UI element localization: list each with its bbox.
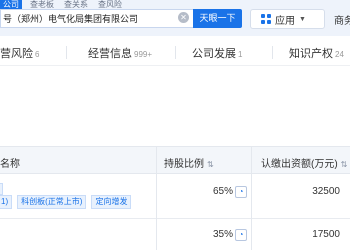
column-header-capital[interactable]: 认缴出资额(万元) ⇅ — [261, 155, 347, 170]
app-menu-label: 应用 — [275, 15, 295, 27]
column-divider — [251, 219, 252, 250]
search-input-value: 号（郑州）电气化局集团有限公司 — [3, 14, 139, 24]
nav-item-risk[interactable]: 查风险 — [98, 0, 122, 9]
column-header-ratio-label: 持股比例 — [164, 159, 204, 170]
tag-item[interactable]: 1) — [0, 195, 13, 209]
tab-divider — [66, 46, 67, 59]
tab-label: 公司发展 — [192, 48, 236, 60]
capital-value: 17500 — [312, 229, 340, 240]
column-divider — [251, 147, 252, 173]
app-menu-button[interactable]: 应用 ▼ — [250, 9, 325, 29]
nav-item-company[interactable]: 公司 — [0, 0, 22, 9]
top-header: 公司 查老板 查关系 查风险 号（郑州）电气化局集团有限公司 ✕ 天眼一下 应用… — [0, 0, 350, 36]
tab-label: 营风险 — [0, 48, 33, 60]
tab-label: 经营信息 — [88, 48, 132, 60]
column-divider — [251, 174, 252, 219]
row-tags: 1) 科创板(正常上市) 定向增发 — [0, 195, 136, 209]
ratio-chart-icon[interactable]: ◔ — [235, 186, 247, 198]
tab-operating-risk[interactable]: 营风险 6 — [0, 45, 39, 61]
grid-icon — [261, 14, 271, 24]
tab-company-development[interactable]: 公司发展 1 — [192, 45, 242, 61]
tab-count: 1 — [238, 50, 243, 59]
tag-stub — [0, 183, 3, 195]
tab-label: 知识产权 — [289, 48, 333, 60]
clear-icon[interactable]: ✕ — [178, 12, 189, 23]
tab-divider — [272, 46, 273, 59]
business-link[interactable]: 商务 — [334, 12, 350, 27]
search-button[interactable]: 天眼一下 — [193, 9, 242, 28]
table-row: 35% ◔ 17500 — [0, 219, 350, 250]
search-input[interactable]: 号（郑州）电气化局集团有限公司 — [0, 9, 193, 28]
ratio-value: 65% — [213, 186, 234, 197]
sort-icon: ⇅ — [340, 160, 348, 169]
content-spacer — [0, 66, 350, 146]
tag-item[interactable]: 定向增发 — [91, 195, 132, 209]
top-nav: 公司 查老板 查关系 查风险 — [0, 0, 132, 9]
tab-business-info[interactable]: 经营信息 999+ — [88, 45, 152, 61]
nav-item-relation[interactable]: 查关系 — [64, 0, 88, 9]
column-divider — [156, 174, 157, 219]
column-header-name: 名称 — [0, 159, 20, 170]
tab-count: 999+ — [134, 50, 153, 59]
column-divider — [156, 219, 157, 250]
table-header: 名称 持股比例 ⇅ 认缴出资额(万元) ⇅ — [0, 146, 350, 174]
column-header-ratio[interactable]: 持股比例 ⇅ — [164, 155, 214, 170]
nav-item-boss[interactable]: 查老板 — [30, 0, 54, 9]
column-divider — [156, 147, 157, 173]
tag-item[interactable]: 科创板(正常上市) — [17, 195, 87, 209]
capital-value: 32500 — [312, 186, 340, 197]
tab-intellectual-property[interactable]: 知识产权 24 — [289, 45, 344, 61]
caret-down-icon: ▼ — [299, 15, 306, 23]
ratio-value: 35% — [213, 229, 234, 240]
column-header-capital-label: 认缴出资额(万元) — [261, 159, 338, 170]
tab-count: 6 — [35, 50, 40, 59]
tab-count: 24 — [335, 50, 344, 59]
sort-icon: ⇅ — [207, 160, 214, 169]
tab-divider — [175, 46, 176, 59]
ratio-chart-icon[interactable]: ◔ — [235, 229, 247, 241]
section-tabs: 营风险 6 经营信息 999+ 公司发展 1 知识产权 24 — [0, 36, 350, 66]
